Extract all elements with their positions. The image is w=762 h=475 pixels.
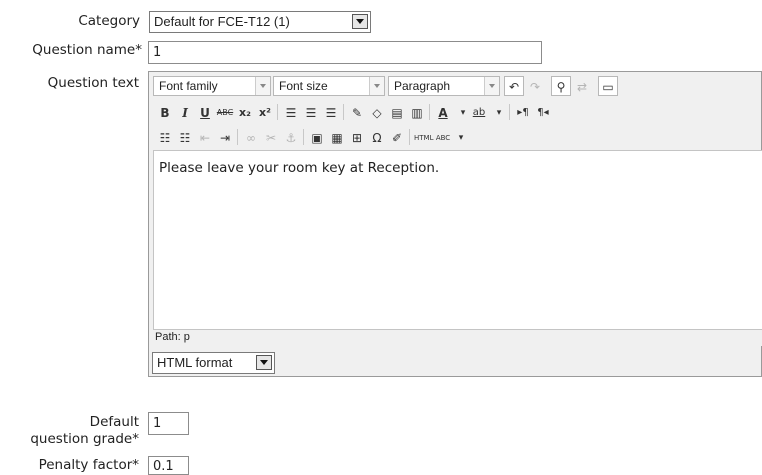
font-size-select[interactable]: Font size [273, 76, 385, 96]
special-char-icon[interactable]: Ω [367, 127, 387, 147]
superscript-icon[interactable]: x² [255, 102, 275, 122]
penalty-factor-input[interactable]: 0.1 [148, 456, 189, 475]
remove-format-icon[interactable]: ◇ [367, 102, 387, 122]
toolbar-separator [343, 104, 344, 120]
numbered-list-icon[interactable]: ☷ [175, 127, 195, 147]
paragraph-label: Paragraph [394, 79, 451, 93]
find-icon[interactable]: ⚲ [551, 76, 571, 96]
indent-icon[interactable]: ⇥ [215, 127, 235, 147]
html-editor[interactable]: Font family Font size Paragraph ↶ ↷ ⚲ ⇄ … [148, 71, 762, 377]
undo-icon[interactable]: ↶ [504, 76, 524, 96]
format-selected-value: HTML format [157, 355, 233, 370]
redo-icon[interactable]: ↷ [525, 76, 545, 96]
subscript-icon[interactable]: x₂ [235, 102, 255, 122]
font-size-label: Font size [279, 79, 328, 93]
text-color-icon[interactable]: A [433, 102, 453, 122]
chevron-down-icon[interactable]: ▾ [451, 127, 471, 147]
bullet-list-icon[interactable]: ☷ [155, 127, 175, 147]
paste-text-icon[interactable]: ▤ [387, 102, 407, 122]
question-name-label: Question name* [32, 42, 142, 58]
align-right-icon[interactable]: ☰ [321, 102, 341, 122]
nonbreaking-icon[interactable]: ⊞ [347, 127, 367, 147]
paste-word-icon[interactable]: ▥ [407, 102, 427, 122]
toolbar-separator [277, 104, 278, 120]
category-label: Category [78, 13, 140, 29]
editor-content-text: Please leave your room key at Reception. [159, 160, 440, 176]
question-name-input[interactable]: 1 [148, 41, 542, 64]
highlight-color-icon[interactable]: ab [469, 102, 489, 122]
format-select[interactable]: HTML format [152, 352, 275, 374]
unlink-icon[interactable]: ✂ [261, 127, 281, 147]
toolbar-row-2: B I U ABC x₂ x² ☰ ☰ ☰ ✎ ◇ ▤ ▥ A ▾ ab ▾ ▸… [153, 102, 753, 124]
question-name-value: 1 [153, 45, 162, 60]
question-text-label: Question text [47, 75, 139, 91]
link-icon[interactable]: ∞ [241, 127, 261, 147]
anchor-icon[interactable]: ⚓ [281, 127, 301, 147]
bold-icon[interactable]: B [155, 102, 175, 122]
strikethrough-icon[interactable]: ABC [215, 102, 235, 122]
align-center-icon[interactable]: ☰ [301, 102, 321, 122]
toolbar-separator [237, 129, 238, 145]
image-icon[interactable]: ▣ [307, 127, 327, 147]
default-grade-input[interactable]: 1 [148, 412, 189, 435]
editor-content-area[interactable]: Please leave your room key at Reception. [153, 150, 762, 330]
default-grade-label-line2: question grade* [30, 431, 139, 447]
toolbar-separator [509, 104, 510, 120]
fullscreen-icon[interactable]: ▭ [598, 76, 618, 96]
underline-icon[interactable]: U [195, 102, 215, 122]
media-icon[interactable]: ▦ [327, 127, 347, 147]
chevron-down-icon[interactable]: ▾ [489, 102, 509, 122]
penalty-factor-label: Penalty factor* [38, 457, 139, 473]
editor-path: Path: p [155, 331, 190, 343]
chevron-down-icon [255, 77, 270, 95]
spellcheck-icon[interactable]: ABC [433, 127, 453, 147]
chevron-down-icon [484, 77, 499, 95]
category-select[interactable]: Default for FCE-T12 (1) [149, 11, 371, 33]
category-selected-value: Default for FCE-T12 (1) [154, 14, 290, 29]
italic-icon[interactable]: I [175, 102, 195, 122]
cleanup-icon[interactable]: ✎ [347, 102, 367, 122]
outdent-icon[interactable]: ⇤ [195, 127, 215, 147]
chevron-down-icon[interactable] [352, 14, 368, 29]
toolbar-separator [303, 129, 304, 145]
html-icon[interactable]: HTML [413, 127, 433, 147]
editor-path-bar: Path: p [153, 330, 762, 346]
ltr-icon[interactable]: ▸¶ [513, 102, 533, 122]
align-left-icon[interactable]: ☰ [281, 102, 301, 122]
font-family-select[interactable]: Font family [153, 76, 271, 96]
rtl-icon[interactable]: ¶◂ [533, 102, 553, 122]
chevron-down-icon[interactable] [256, 355, 272, 370]
toolbar-separator [429, 104, 430, 120]
toolbar-row-1: Font family Font size Paragraph ↶ ↷ ⚲ ⇄ … [153, 76, 753, 98]
toolbar-row-3: ☷ ☷ ⇤ ⇥ ∞ ✂ ⚓ ▣ ▦ ⊞ Ω ✐ HTML ABC ▾ [153, 127, 753, 149]
edit-html-icon[interactable]: ✐ [387, 127, 407, 147]
chevron-down-icon [369, 77, 384, 95]
toolbar-separator [409, 129, 410, 145]
default-grade-label-line1: Default [89, 414, 139, 430]
replace-icon[interactable]: ⇄ [572, 76, 592, 96]
penalty-factor-value: 0.1 [153, 459, 174, 474]
default-grade-value: 1 [153, 416, 162, 431]
font-family-label: Font family [159, 79, 218, 93]
paragraph-select[interactable]: Paragraph [388, 76, 500, 96]
